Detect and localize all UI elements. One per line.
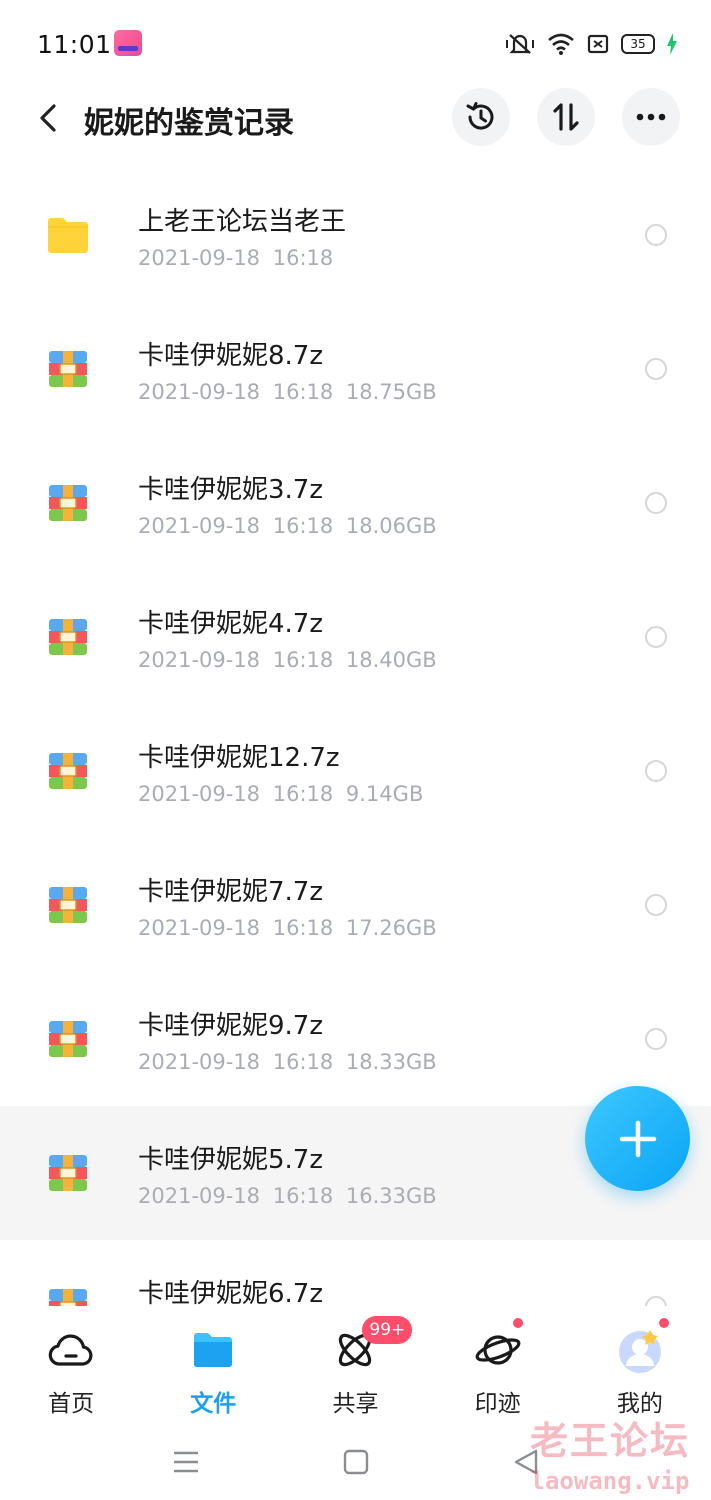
nav-item-files[interactable]: 文件 — [142, 1306, 284, 1418]
nav-label: 文件 — [190, 1391, 237, 1417]
nav-item-home[interactable]: 首页 — [0, 1306, 142, 1418]
list-item[interactable]: 卡哇伊妮妮12.7z 2021-09-18 16:18 9.14GB — [0, 704, 711, 838]
select-radio[interactable] — [645, 760, 667, 782]
chevron-left-icon — [40, 104, 56, 132]
select-radio[interactable] — [645, 224, 667, 246]
back-button[interactable] — [28, 94, 68, 142]
notification-dot — [510, 1316, 525, 1330]
list-item[interactable]: 卡哇伊妮妮9.7z 2021-09-18 16:18 18.33GB — [0, 972, 711, 1106]
archive-icon — [49, 485, 87, 521]
add-button[interactable] — [585, 1086, 690, 1191]
archive-icon — [49, 1155, 87, 1191]
list-item[interactable]: 卡哇伊妮妮3.7z 2021-09-18 16:18 18.06GB — [0, 436, 711, 570]
battery-icon: 35 — [621, 34, 655, 54]
menu-icon — [174, 1451, 198, 1473]
file-meta: 2021-09-18 16:18 16.33GB — [138, 1184, 437, 1208]
sort-button[interactable] — [537, 88, 595, 146]
file-name: 卡哇伊妮妮6.7z — [138, 1279, 323, 1306]
file-name: 上老王论坛当老王 — [138, 207, 347, 237]
watermark: 老王论坛 laowang.vip — [520, 1410, 700, 1495]
list-item[interactable]: 卡哇伊妮妮4.7z 2021-09-18 16:18 18.40GB — [0, 570, 711, 704]
file-name: 卡哇伊妮妮8.7z — [138, 341, 323, 371]
page-title: 妮妮的鉴赏记录 — [84, 106, 294, 141]
notification-dot — [656, 1316, 671, 1330]
nav-item-me[interactable]: 我的 — [569, 1306, 711, 1418]
nav-item-traces[interactable]: 印迹 — [427, 1306, 569, 1418]
sort-icon — [553, 103, 579, 131]
file-name: 卡哇伊妮妮9.7z — [138, 1011, 323, 1041]
bottom-nav: 首页 文件 99+ 共享 印迹 我的 — [0, 1306, 711, 1418]
cloud-icon — [48, 1334, 93, 1366]
file-meta: 2021-09-18 16:18 18.75GB — [138, 380, 437, 404]
app-notification-icon — [114, 30, 142, 56]
watermark-text: 老王论坛 — [529, 1419, 690, 1463]
plus-icon — [619, 1120, 656, 1157]
wifi-icon — [548, 33, 574, 55]
home-button[interactable] — [336, 1442, 376, 1482]
archive-icon — [49, 1021, 87, 1057]
archive-icon — [49, 887, 87, 923]
file-name: 卡哇伊妮妮12.7z — [138, 743, 340, 773]
mute-vibrate-icon — [506, 34, 534, 54]
archive-icon — [49, 1289, 87, 1306]
select-radio[interactable] — [645, 1296, 667, 1306]
archive-icon — [49, 753, 87, 789]
history-button[interactable] — [452, 88, 510, 146]
folder-icon — [194, 1333, 233, 1367]
header: 妮妮的鉴赏记录 — [0, 88, 711, 148]
notification-badge: 99+ — [362, 1316, 413, 1344]
select-radio[interactable] — [645, 894, 667, 916]
file-meta: 2021-09-18 16:18 18.06GB — [138, 514, 437, 538]
list-item[interactable]: 卡哇伊妮妮7.7z 2021-09-18 16:18 17.26GB — [0, 838, 711, 972]
select-radio[interactable] — [645, 358, 667, 380]
file-meta: 2021-09-18 16:18 9.14GB — [138, 782, 424, 806]
status-icons: 35 — [505, 30, 677, 58]
select-radio[interactable] — [645, 492, 667, 514]
list-item[interactable]: 卡哇伊妮妮6.7z — [0, 1240, 711, 1306]
status-bar: 11:01 35 — [0, 0, 711, 88]
select-radio[interactable] — [645, 626, 667, 648]
planet-icon — [475, 1335, 521, 1365]
history-icon — [466, 102, 494, 130]
file-meta: 2021-09-18 16:18 18.33GB — [138, 1050, 437, 1074]
watermark-url: laowang.vip — [530, 1467, 690, 1495]
charging-icon — [667, 33, 677, 55]
file-name: 卡哇伊妮妮3.7z — [138, 475, 323, 505]
file-meta: 2021-09-18 16:18 17.26GB — [138, 916, 437, 940]
archive-icon — [49, 619, 87, 655]
file-name: 卡哇伊妮妮4.7z — [138, 609, 323, 639]
more-button[interactable] — [622, 88, 680, 146]
nav-item-share[interactable]: 99+ 共享 — [284, 1306, 426, 1418]
more-dots-icon — [636, 113, 666, 121]
avatar-icon — [618, 1330, 661, 1373]
archive-icon — [49, 351, 87, 387]
square-icon — [343, 1449, 369, 1475]
file-meta: 2021-09-18 16:18 — [138, 246, 334, 270]
nav-label: 首页 — [48, 1391, 95, 1417]
status-time: 11:01 — [37, 30, 112, 59]
list-item[interactable]: 上老王论坛当老王 2021-09-18 16:18 — [0, 168, 711, 302]
sim-blocked-icon — [587, 34, 609, 54]
list-item[interactable]: 卡哇伊妮妮8.7z 2021-09-18 16:18 18.75GB — [0, 302, 711, 436]
file-name: 卡哇伊妮妮7.7z — [138, 877, 323, 907]
folder-icon — [48, 218, 88, 253]
file-meta: 2021-09-18 16:18 18.40GB — [138, 648, 437, 672]
nav-label: 共享 — [332, 1391, 379, 1417]
recent-apps-button[interactable] — [166, 1442, 206, 1482]
select-radio[interactable] — [645, 1028, 667, 1050]
file-name: 卡哇伊妮妮5.7z — [138, 1145, 323, 1175]
